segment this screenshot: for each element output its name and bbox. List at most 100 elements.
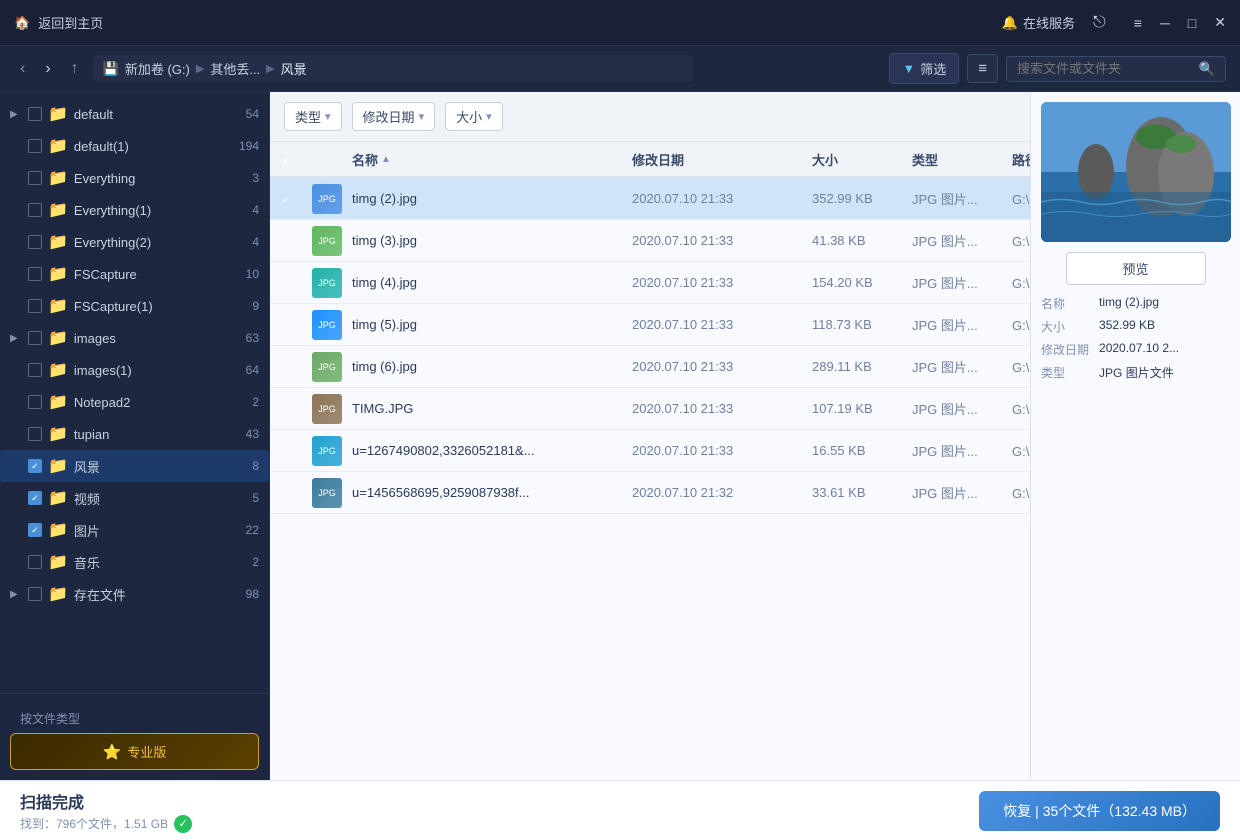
sidebar-item-default[interactable]: ▶ 📁 default 54 xyxy=(0,98,269,130)
item-checkbox[interactable] xyxy=(28,427,42,441)
item-label: default xyxy=(74,107,229,122)
table-row[interactable]: ✓ JPG timg (2).jpg 2020.07.10 21:33 352.… xyxy=(270,178,1030,220)
maximize-button[interactable]: □ xyxy=(1188,15,1196,31)
sidebar-item-images(1)[interactable]: 📁 images(1) 64 xyxy=(0,354,269,386)
sidebar-item-Everything(1)[interactable]: 📁 Everything(1) 4 xyxy=(0,194,269,226)
breadcrumb: 💾 新加卷 (G:) ▶ 其他丢... ▶ 风景 xyxy=(93,55,693,82)
th-checkbox: ✓ xyxy=(278,152,308,167)
online-service[interactable]: 🔔 在线服务 xyxy=(1002,13,1075,32)
sidebar-item-FSCapture[interactable]: 📁 FSCapture 10 xyxy=(0,258,269,290)
row-size: 118.73 KB xyxy=(808,317,908,332)
item-checkbox[interactable] xyxy=(28,587,42,601)
folder-icon: 📁 xyxy=(48,520,68,540)
home-label[interactable]: 返回到主页 xyxy=(38,13,103,32)
item-label: FSCapture(1) xyxy=(74,299,229,314)
pro-button[interactable]: ⭐ 专业版 xyxy=(10,733,259,770)
sidebar-item-default(1)[interactable]: 📁 default(1) 194 xyxy=(0,130,269,162)
th-size[interactable]: 大小 xyxy=(808,150,908,169)
item-checkbox[interactable] xyxy=(28,171,42,185)
breadcrumb-folder[interactable]: 其他丢... xyxy=(210,59,260,78)
select-all-checkbox[interactable]: ✓ xyxy=(282,152,290,167)
item-checkbox[interactable] xyxy=(28,363,42,377)
item-checkbox[interactable] xyxy=(28,395,42,409)
item-checkbox[interactable] xyxy=(28,331,42,345)
up-button[interactable]: ↑ xyxy=(65,56,85,82)
item-checkbox[interactable] xyxy=(28,267,42,281)
table-row[interactable]: ✓ JPG u=1267490802,3326052181&... 2020.0… xyxy=(270,430,1030,472)
breadcrumb-current[interactable]: 风景 xyxy=(281,59,307,78)
row-date: 2020.07.10 21:33 xyxy=(628,443,808,458)
table-row[interactable]: ✓ JPG TIMG.JPG 2020.07.10 21:33 107.19 K… xyxy=(270,388,1030,430)
share-icon[interactable]: ⎋ xyxy=(1093,14,1106,32)
view-toggle-button[interactable]: ≡ xyxy=(967,54,998,83)
filter-button[interactable]: ▼ 筛选 xyxy=(889,53,959,84)
back-button[interactable]: ‹ xyxy=(14,56,31,82)
table-row[interactable]: ✓ JPG timg (4).jpg 2020.07.10 21:33 154.… xyxy=(270,262,1030,304)
filter-tag-0[interactable]: 类型▾ xyxy=(284,102,342,131)
sidebar-item-音乐[interactable]: 📁 音乐 2 xyxy=(0,546,269,578)
th-name[interactable]: 名称 ▲ xyxy=(348,150,628,169)
table-row[interactable]: ✓ JPG u=1456568695,9259087938f... 2020.0… xyxy=(270,472,1030,514)
item-checkbox[interactable] xyxy=(28,299,42,313)
sidebar-item-图片[interactable]: ✓ 📁 图片 22 xyxy=(0,514,269,546)
breadcrumb-drive[interactable]: 新加卷 (G:) xyxy=(125,59,190,78)
sidebar-item-FSCapture(1)[interactable]: 📁 FSCapture(1) 9 xyxy=(0,290,269,322)
row-name: timg (6).jpg xyxy=(348,359,628,374)
sidebar: ▶ 📁 default 54 📁 default(1) 194 📁 Everyt… xyxy=(0,92,270,780)
row-checkbox[interactable]: ✓ xyxy=(278,485,308,500)
filter-tag-arrow: ▾ xyxy=(325,110,331,123)
table-row[interactable]: ✓ JPG timg (3).jpg 2020.07.10 21:33 41.3… xyxy=(270,220,1030,262)
sidebar-item-tupian[interactable]: 📁 tupian 43 xyxy=(0,418,269,450)
sidebar-item-存在文件[interactable]: ▶ 📁 存在文件 98 xyxy=(0,578,269,610)
folder-icon: 📁 xyxy=(48,424,68,444)
item-checkbox[interactable] xyxy=(28,139,42,153)
sidebar-item-Everything(2)[interactable]: 📁 Everything(2) 4 xyxy=(0,226,269,258)
item-checkbox[interactable]: ✓ xyxy=(28,459,42,473)
item-checkbox[interactable] xyxy=(28,203,42,217)
item-checkbox[interactable]: ✓ xyxy=(28,523,42,537)
th-type[interactable]: 类型 xyxy=(908,150,1008,169)
minimize-button[interactable]: ─ xyxy=(1160,15,1170,31)
th-moddate[interactable]: 修改日期 xyxy=(628,150,808,169)
row-checkbox[interactable]: ✓ xyxy=(278,317,308,332)
row-checkbox[interactable]: ✓ xyxy=(278,233,308,248)
sidebar-item-视频[interactable]: ✓ 📁 视频 5 xyxy=(0,482,269,514)
row-date: 2020.07.10 21:33 xyxy=(628,275,808,290)
row-thumb: JPG xyxy=(308,310,348,340)
forward-button[interactable]: › xyxy=(39,56,56,82)
expand-icon: ▶ xyxy=(10,109,22,120)
row-checkbox[interactable]: ✓ xyxy=(278,359,308,374)
sidebar-item-Everything[interactable]: 📁 Everything 3 xyxy=(0,162,269,194)
table-row[interactable]: ✓ JPG timg (6).jpg 2020.07.10 21:33 289.… xyxy=(270,346,1030,388)
filter-tag-2[interactable]: 大小▾ xyxy=(445,102,503,131)
sidebar-item-images[interactable]: ▶ 📁 images 63 xyxy=(0,322,269,354)
preview-button[interactable]: 预览 xyxy=(1066,252,1206,285)
item-checkbox[interactable] xyxy=(28,235,42,249)
row-checkbox[interactable]: ✓ xyxy=(278,275,308,290)
item-checkbox[interactable] xyxy=(28,555,42,569)
close-button[interactable]: ✕ xyxy=(1214,14,1226,31)
recover-button[interactable]: 恢复 | 35个文件（132.43 MB） xyxy=(979,791,1220,831)
th-path[interactable]: 路径 xyxy=(1008,150,1030,169)
item-label: Everything(1) xyxy=(74,203,229,218)
breadcrumb-sep1: ▶ xyxy=(196,62,204,75)
sidebar-item-Notepad2[interactable]: 📁 Notepad2 2 xyxy=(0,386,269,418)
row-date: 2020.07.10 21:33 xyxy=(628,359,808,374)
menu-icon[interactable]: ≡ xyxy=(1134,15,1142,31)
item-checkbox[interactable]: ✓ xyxy=(28,491,42,505)
row-checkbox[interactable]: ✓ xyxy=(278,401,308,416)
item-checkbox[interactable] xyxy=(28,107,42,121)
folder-icon: 📁 xyxy=(48,264,68,284)
meta-type-label: 类型 xyxy=(1041,364,1089,381)
folder-icon: 📁 xyxy=(48,200,68,220)
check-circle-icon: ✓ xyxy=(174,815,192,833)
table-row[interactable]: ✓ JPG timg (5).jpg 2020.07.10 21:33 118.… xyxy=(270,304,1030,346)
item-label: 视频 xyxy=(74,489,229,508)
search-input[interactable] xyxy=(1017,61,1193,76)
row-type: JPG 图片... xyxy=(908,483,1008,502)
row-checkbox[interactable]: ✓ xyxy=(278,191,308,206)
row-checkbox[interactable]: ✓ xyxy=(278,443,308,458)
filter-tag-1[interactable]: 修改日期▾ xyxy=(352,102,436,131)
scan-complete-text: 扫描完成 xyxy=(20,789,963,813)
sidebar-item-风景[interactable]: ✓ 📁 风景 8 xyxy=(0,450,269,482)
